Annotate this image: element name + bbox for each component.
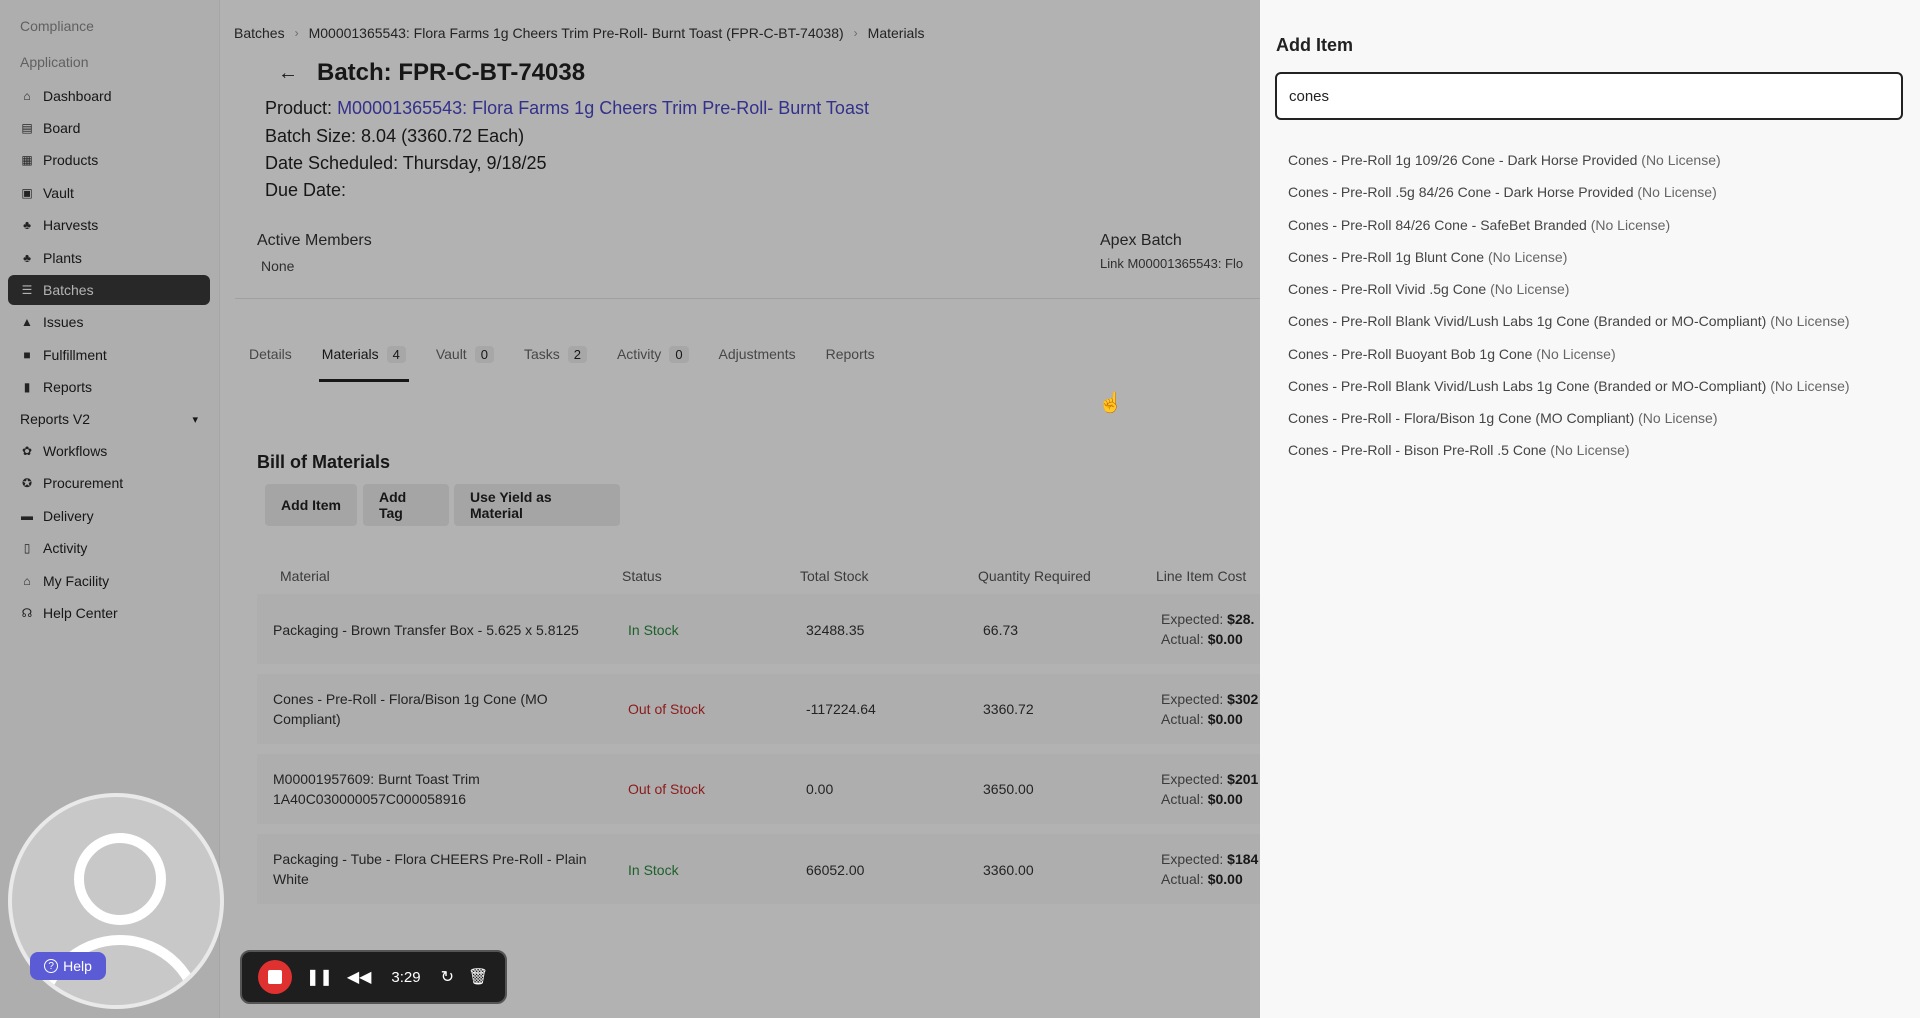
help-button[interactable]: ? Help	[30, 952, 106, 980]
search-result-item[interactable]: Cones - Pre-Roll 1g 109/26 Cone - Dark H…	[1288, 152, 1721, 168]
pause-icon[interactable]: ❚❚	[306, 967, 333, 987]
search-result-item[interactable]: Cones - Pre-Roll 1g Blunt Cone (No Licen…	[1288, 249, 1567, 265]
search-result-item[interactable]: Cones - Pre-Roll - Flora/Bison 1g Cone (…	[1288, 410, 1718, 426]
rewind-icon[interactable]: ◀◀	[347, 967, 372, 987]
recording-toolbar: ❚❚ ◀◀ 3:29 ↻ 🗑	[240, 950, 507, 1004]
search-result-item[interactable]: Cones - Pre-Roll Blank Vivid/Lush Labs 1…	[1288, 378, 1850, 394]
add-item-panel: Add Item Cones - Pre-Roll 1g 109/26 Cone…	[1260, 0, 1920, 1018]
search-result-item[interactable]: Cones - Pre-Roll Buoyant Bob 1g Cone (No…	[1288, 346, 1616, 362]
search-result-item[interactable]: Cones - Pre-Roll - Bison Pre-Roll .5 Con…	[1288, 442, 1630, 458]
help-label: Help	[63, 958, 92, 974]
question-icon: ?	[44, 959, 59, 973]
search-input[interactable]	[1275, 72, 1903, 120]
search-result-item[interactable]: Cones - Pre-Roll Vivid .5g Cone (No Lice…	[1288, 281, 1569, 297]
search-result-item[interactable]: Cones - Pre-Roll Blank Vivid/Lush Labs 1…	[1288, 313, 1850, 329]
avatar-head	[74, 833, 166, 925]
search-result-item[interactable]: Cones - Pre-Roll .5g 84/26 Cone - Dark H…	[1288, 184, 1717, 200]
recording-timer: 3:29	[391, 968, 421, 986]
panel-title: Add Item	[1276, 35, 1354, 55]
search-result-item[interactable]: Cones - Pre-Roll 84/26 Cone - SafeBet Br…	[1288, 217, 1670, 233]
restart-icon[interactable]: ↻	[441, 967, 454, 987]
trash-icon[interactable]: 🗑	[468, 967, 488, 987]
stop-recording-button[interactable]	[258, 960, 292, 994]
hand-cursor-icon: ☝	[1098, 392, 1123, 414]
